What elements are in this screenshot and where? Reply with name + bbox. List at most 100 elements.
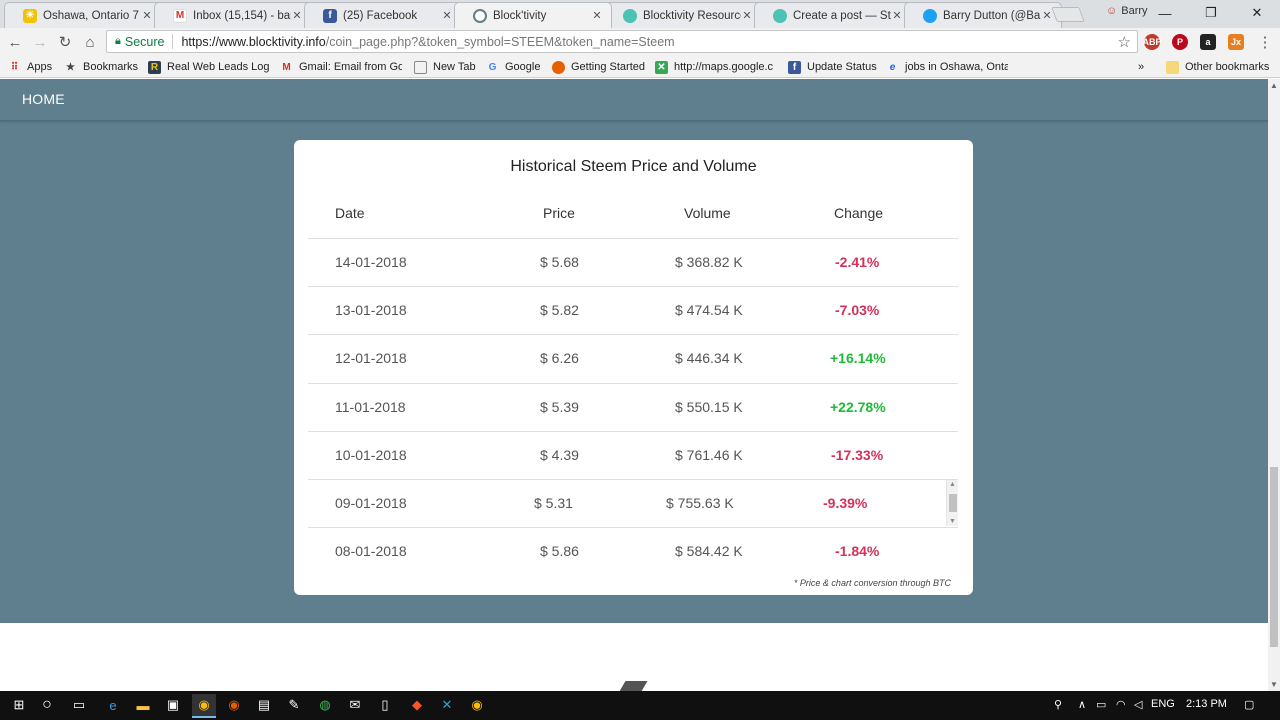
bookmark-real-web-leads[interactable]: R Real Web Leads Logi — [148, 59, 270, 75]
scroll-down-icon[interactable]: ▼ — [1270, 680, 1278, 689]
page-scrollbar[interactable]: ▲ ▼ — [1268, 79, 1280, 691]
restore-icon: ❐ — [1205, 5, 1217, 20]
date-cell: 14-01-2018 — [335, 254, 407, 270]
chevron-up-icon[interactable]: ∧ — [1078, 698, 1086, 711]
close-icon[interactable]: ✕ — [591, 9, 603, 22]
tab-twitter[interactable]: Barry Dutton (@Bar ✕ — [904, 2, 1062, 28]
file-explorer-icon[interactable]: ▬ — [134, 696, 152, 714]
scroll-down-icon[interactable]: ▼ — [949, 518, 956, 525]
new-tab-button[interactable] — [1051, 7, 1085, 22]
tab-strip: ☀ Oshawa, Ontario 7 D ✕ M Inbox (15,154)… — [0, 0, 1280, 28]
bookmark-label: Gmail: Email from Go — [299, 61, 402, 73]
restore-button[interactable]: ❐ — [1188, 0, 1234, 26]
close-icon[interactable]: ✕ — [1041, 9, 1053, 22]
close-icon[interactable]: ✕ — [891, 9, 903, 22]
bookmarks-overflow[interactable]: » — [1138, 59, 1144, 75]
change-cell: -7.03% — [835, 302, 880, 319]
jx-extension-icon[interactable]: Jx — [1228, 34, 1244, 50]
menu-button[interactable]: ⋮ — [1254, 32, 1276, 52]
chrome-icon[interactable]: ◉ — [192, 694, 216, 718]
tab-blocktivity[interactable]: Block'tivity ✕ — [454, 2, 612, 28]
bookmark-bookmarks[interactable]: ★ Bookmarks — [64, 59, 138, 75]
tab-blocktivity-resource[interactable]: Blocktivity Resource ✕ — [604, 2, 762, 28]
settings-icon[interactable]: ✎ — [285, 696, 303, 714]
tab-title: Blocktivity Resource — [643, 9, 741, 22]
bookmark-jobs[interactable]: e jobs in Oshawa, Onta — [886, 59, 1008, 75]
address-bar[interactable]: 🔒︎ Secure https://www.blocktivity.info/c… — [106, 30, 1138, 53]
cortana-icon[interactable]: ○ — [38, 696, 56, 714]
gmail-icon: M — [173, 8, 187, 23]
page-icon — [414, 60, 427, 74]
battery-icon[interactable]: ▭ — [1096, 698, 1106, 711]
calculator-icon[interactable]: ▯ — [376, 696, 394, 714]
tab-gmail[interactable]: M Inbox (15,154) - bar ✕ — [154, 2, 312, 28]
nav-home-link[interactable]: HOME — [22, 91, 65, 107]
home-button[interactable]: ⌂ — [79, 32, 101, 52]
back-button[interactable]: ← — [4, 32, 26, 52]
volume-icon[interactable]: ◁ — [1134, 698, 1142, 711]
pinterest-icon[interactable]: P — [1172, 34, 1188, 50]
price-cell: $ 5.68 — [540, 254, 579, 270]
brave-icon[interactable]: ◆ — [408, 696, 426, 714]
scrollbar-thumb[interactable] — [1270, 467, 1278, 647]
bookmark-apps[interactable]: ⠿ Apps — [8, 59, 52, 75]
close-window-button[interactable]: ✕ — [1234, 0, 1280, 26]
store-icon[interactable]: ▣ — [164, 696, 182, 714]
table-scrollbar[interactable]: ▲ ▼ — [946, 480, 958, 526]
reload-button[interactable]: ↻ — [54, 32, 76, 52]
bookmark-gmail[interactable]: M Gmail: Email from Go — [280, 59, 402, 75]
table-row: 14-01-2018 $ 5.68 $ 368.82 K -2.41% — [308, 239, 958, 288]
tab-title: Create a post — Ste — [793, 9, 891, 22]
bookmark-label: Google — [505, 61, 541, 73]
bookmark-update-status[interactable]: f Update Status — [788, 59, 877, 75]
wifi-icon[interactable]: ◠ — [1116, 698, 1126, 711]
minimize-button[interactable]: — — [1142, 0, 1188, 26]
app-icon[interactable]: ✕ — [438, 696, 456, 714]
change-cell: -17.33% — [831, 446, 884, 463]
chrome-icon[interactable]: ◉ — [468, 696, 486, 714]
tab-facebook[interactable]: f (25) Facebook ✕ — [304, 2, 462, 28]
tab-weather[interactable]: ☀ Oshawa, Ontario 7 D ✕ — [4, 2, 162, 28]
volume-cell: $ 550.15 K — [675, 398, 743, 415]
column-header-price: Price — [543, 205, 575, 221]
notifications-icon[interactable]: ▢ — [1244, 698, 1254, 711]
clock[interactable]: 2:13 PM — [1186, 698, 1227, 710]
globe-icon[interactable]: ◍ — [316, 696, 334, 714]
bookmark-new-tab[interactable]: New Tab — [414, 59, 476, 75]
minimize-icon: — — [1158, 5, 1172, 21]
notepad-icon[interactable]: ▤ — [255, 696, 273, 714]
bookmark-star-icon[interactable]: ☆ — [1118, 33, 1131, 51]
close-icon[interactable]: ✕ — [291, 9, 303, 22]
forward-arrow-icon: → — [32, 33, 48, 51]
bookmark-getting-started[interactable]: Getting Started — [552, 59, 645, 75]
language-indicator[interactable]: ENG — [1151, 698, 1175, 710]
change-cell: +16.14% — [830, 350, 886, 367]
adblock-icon[interactable]: ABP — [1143, 34, 1162, 50]
scrollbar-thumb[interactable] — [949, 494, 957, 512]
firefox-icon[interactable]: ◉ — [225, 696, 243, 714]
windows-start-icon[interactable]: ⊞ — [10, 696, 28, 714]
people-icon[interactable]: ⚲ — [1054, 698, 1062, 711]
bookmark-label: New Tab — [433, 61, 476, 73]
table-row: 12-01-2018 $ 6.26 $ 446.34 K +16.14% — [308, 335, 958, 384]
bookmark-google[interactable]: G Google — [486, 59, 541, 75]
task-view-icon[interactable]: ▭ — [70, 696, 88, 714]
amazon-icon[interactable]: a — [1200, 34, 1216, 50]
secure-indicator[interactable]: 🔒︎ Secure — [115, 35, 164, 49]
scroll-up-icon[interactable]: ▲ — [949, 481, 956, 488]
close-icon[interactable]: ✕ — [741, 9, 753, 22]
card-title: Historical Steem Price and Volume — [510, 158, 757, 175]
tab-create-post[interactable]: Create a post — Ste ✕ — [754, 2, 912, 28]
bookmark-maps[interactable]: ✕ http://maps.google.c — [655, 59, 777, 75]
blocktivity-icon — [473, 8, 487, 23]
forward-button[interactable]: → — [29, 32, 51, 52]
scroll-up-icon[interactable]: ▲ — [1270, 81, 1278, 90]
url-text[interactable]: https://www.blocktivity.info/coin_page.p… — [181, 35, 674, 49]
edge-icon[interactable]: e — [104, 696, 122, 714]
close-icon[interactable]: ✕ — [441, 9, 453, 22]
bookmark-label: Bookmarks — [83, 61, 139, 73]
mail-icon[interactable]: ✉ — [346, 696, 364, 714]
close-icon[interactable]: ✕ — [141, 9, 153, 22]
other-bookmarks[interactable]: Other bookmarks — [1166, 59, 1269, 75]
back-arrow-icon: ← — [7, 33, 23, 51]
